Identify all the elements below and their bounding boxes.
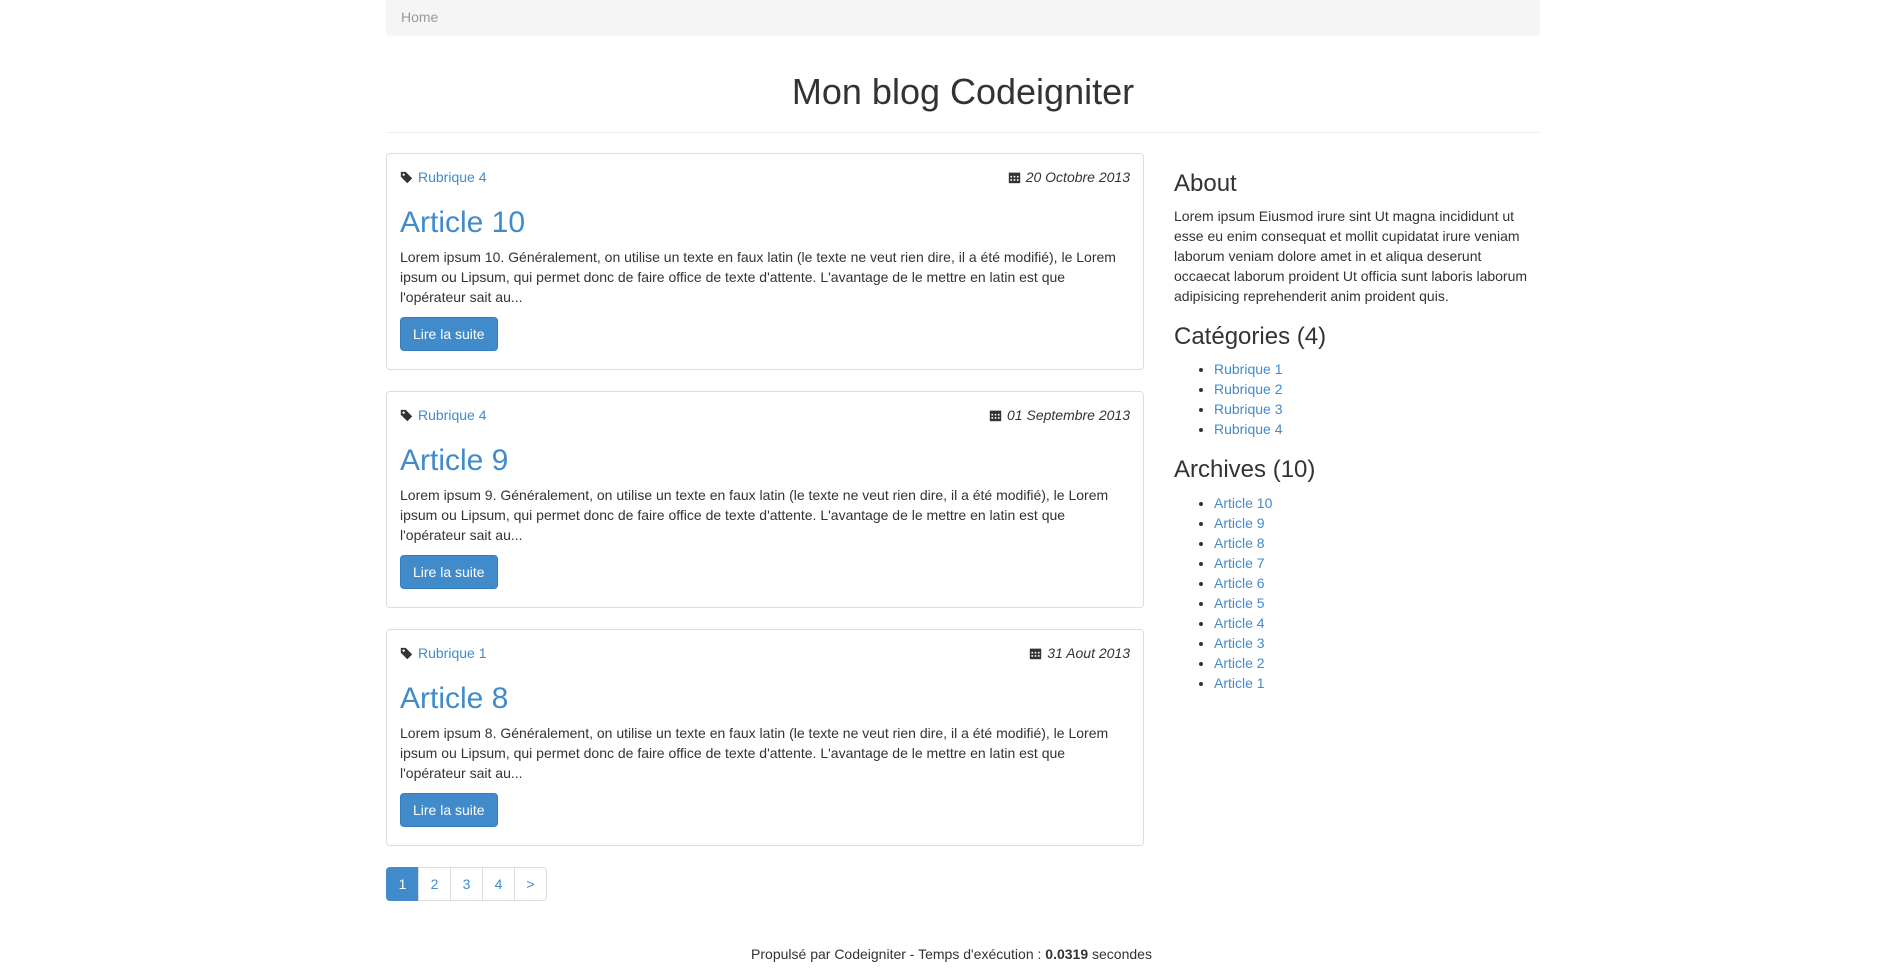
- article-title: Article 9: [400, 444, 1130, 477]
- article-date: 31 Aout 2013: [1029, 644, 1130, 664]
- archive-link[interactable]: Article 10: [1214, 495, 1272, 511]
- articles-column: Rubrique 4 20 Octobre 2013 Article 10 Lo…: [386, 152, 1144, 915]
- archive-link[interactable]: Article 3: [1214, 635, 1265, 651]
- archive-link[interactable]: Article 6: [1214, 575, 1265, 591]
- list-item: Article 3: [1214, 633, 1540, 653]
- list-item: Article 10: [1214, 493, 1540, 513]
- footer: Propulsé par Codeigniter - Temps d'exécu…: [0, 945, 1903, 965]
- list-item: Rubrique 3: [1214, 399, 1540, 419]
- list-item: Article 2: [1214, 653, 1540, 673]
- article-date: 01 Septembre 2013: [989, 406, 1130, 426]
- archive-link[interactable]: Article 5: [1214, 595, 1265, 611]
- pagination-item: 4: [482, 866, 515, 901]
- list-item: Article 9: [1214, 513, 1540, 533]
- list-item: Article 6: [1214, 573, 1540, 593]
- archives-list: Article 10 Article 9 Article 8 Article 7…: [1174, 493, 1540, 693]
- article-title: Article 8: [400, 682, 1130, 715]
- page-link-next[interactable]: >: [514, 866, 547, 901]
- article-card: Rubrique 1 31 Aout 2013 Article 8 Lorem …: [386, 628, 1144, 846]
- article-excerpt: Lorem ipsum 9. Généralement, on utilise …: [400, 486, 1109, 543]
- pagination-item: 2: [418, 866, 451, 901]
- categories-heading: Catégories (4): [1174, 322, 1327, 350]
- article-meta: Rubrique 4 20 Octobre 2013: [400, 168, 1130, 188]
- article-title-link[interactable]: Article 8: [400, 682, 508, 715]
- page-link-3[interactable]: 3: [450, 866, 483, 901]
- footer-prefix: Propulsé par Codeigniter - Temps d'exécu…: [751, 946, 1046, 962]
- article-date: 20 Octobre 2013: [1008, 168, 1130, 188]
- category-link[interactable]: Rubrique 3: [1214, 401, 1283, 417]
- read-more-button[interactable]: Lire la suite: [400, 792, 498, 827]
- list-item: Rubrique 1: [1214, 359, 1540, 379]
- page-title: Mon blog Codeigniter: [791, 71, 1135, 112]
- article-category-link[interactable]: Rubrique 1: [418, 644, 487, 664]
- category-link[interactable]: Rubrique 1: [1214, 361, 1283, 377]
- page-link-4[interactable]: 4: [482, 866, 515, 901]
- archive-link[interactable]: Article 2: [1214, 655, 1265, 671]
- list-item: Article 5: [1214, 593, 1540, 613]
- footer-suffix: secondes: [1088, 946, 1152, 962]
- article-title: Article 10: [400, 206, 1130, 239]
- article-category: Rubrique 4: [400, 406, 487, 426]
- sidebar: About Lorem ipsum Eiusmod irure sint Ut …: [1174, 153, 1540, 915]
- category-link[interactable]: Rubrique 4: [1214, 421, 1283, 437]
- article-category-link[interactable]: Rubrique 4: [418, 168, 487, 188]
- article-excerpt: Lorem ipsum 10. Généralement, on utilise…: [400, 248, 1116, 305]
- breadcrumb-home-link[interactable]: Home: [401, 8, 438, 28]
- list-item: Article 4: [1214, 613, 1540, 633]
- read-more-button[interactable]: Lire la suite: [400, 316, 498, 351]
- breadcrumb: Home: [386, 0, 1540, 36]
- list-item: Rubrique 2: [1214, 379, 1540, 399]
- list-item: Article 8: [1214, 533, 1540, 553]
- pagination: 1 2 3 4 >: [386, 866, 1144, 901]
- article-category-link[interactable]: Rubrique 4: [418, 406, 487, 426]
- calendar-icon: [1008, 172, 1020, 184]
- execution-time: 0.0319: [1045, 946, 1089, 962]
- pagination-item: 3: [450, 866, 483, 901]
- article-title-link[interactable]: Article 9: [400, 444, 508, 477]
- pagination-item: >: [514, 866, 547, 901]
- article-card: Rubrique 4 20 Octobre 2013 Article 10 Lo…: [386, 152, 1144, 370]
- article-meta: Rubrique 4 01 Septembre 2013: [400, 406, 1130, 426]
- content-row: Rubrique 4 20 Octobre 2013 Article 10 Lo…: [386, 152, 1540, 915]
- tag-icon: [400, 409, 413, 422]
- calendar-icon: [989, 410, 1002, 422]
- tag-icon: [400, 171, 413, 184]
- page-container: Home Mon blog Codeigniter Rubrique 4 20 …: [386, 0, 1540, 915]
- article-meta: Rubrique 1 31 Aout 2013: [400, 644, 1130, 664]
- list-item: Article 1: [1214, 673, 1540, 693]
- article-category: Rubrique 4: [400, 168, 487, 188]
- archive-link[interactable]: Article 9: [1214, 515, 1265, 531]
- pagination-item: 1: [386, 866, 419, 901]
- article-date-text: 31 Aout 2013: [1047, 644, 1130, 661]
- read-more-button[interactable]: Lire la suite: [400, 554, 498, 589]
- page-link-1[interactable]: 1: [386, 866, 419, 901]
- archive-link[interactable]: Article 4: [1214, 615, 1265, 631]
- article-date-text: 20 Octobre 2013: [1025, 168, 1130, 185]
- tag-icon: [400, 647, 413, 660]
- archive-link[interactable]: Article 8: [1214, 535, 1265, 551]
- category-link[interactable]: Rubrique 2: [1214, 381, 1283, 397]
- about-text: Lorem ipsum Eiusmod irure sint Ut magna …: [1174, 207, 1528, 304]
- about-heading: About: [1174, 169, 1237, 197]
- archive-link[interactable]: Article 7: [1214, 555, 1265, 571]
- list-item: Rubrique 4: [1214, 419, 1540, 439]
- archive-link[interactable]: Article 1: [1214, 675, 1265, 691]
- article-date-text: 01 Septembre 2013: [1007, 406, 1130, 423]
- article-excerpt: Lorem ipsum 8. Généralement, on utilise …: [400, 724, 1109, 781]
- archives-heading: Archives (10): [1174, 456, 1316, 484]
- categories-list: Rubrique 1 Rubrique 2 Rubrique 3 Rubriqu…: [1174, 359, 1540, 439]
- calendar-icon: [1030, 648, 1042, 660]
- article-title-link[interactable]: Article 10: [400, 206, 525, 239]
- article-category: Rubrique 1: [400, 644, 487, 664]
- page-link-2[interactable]: 2: [418, 866, 451, 901]
- page-header: Mon blog Codeigniter: [386, 72, 1540, 133]
- article-card: Rubrique 4 01 Septembre 2013 Article 9 L…: [386, 390, 1144, 608]
- list-item: Article 7: [1214, 553, 1540, 573]
